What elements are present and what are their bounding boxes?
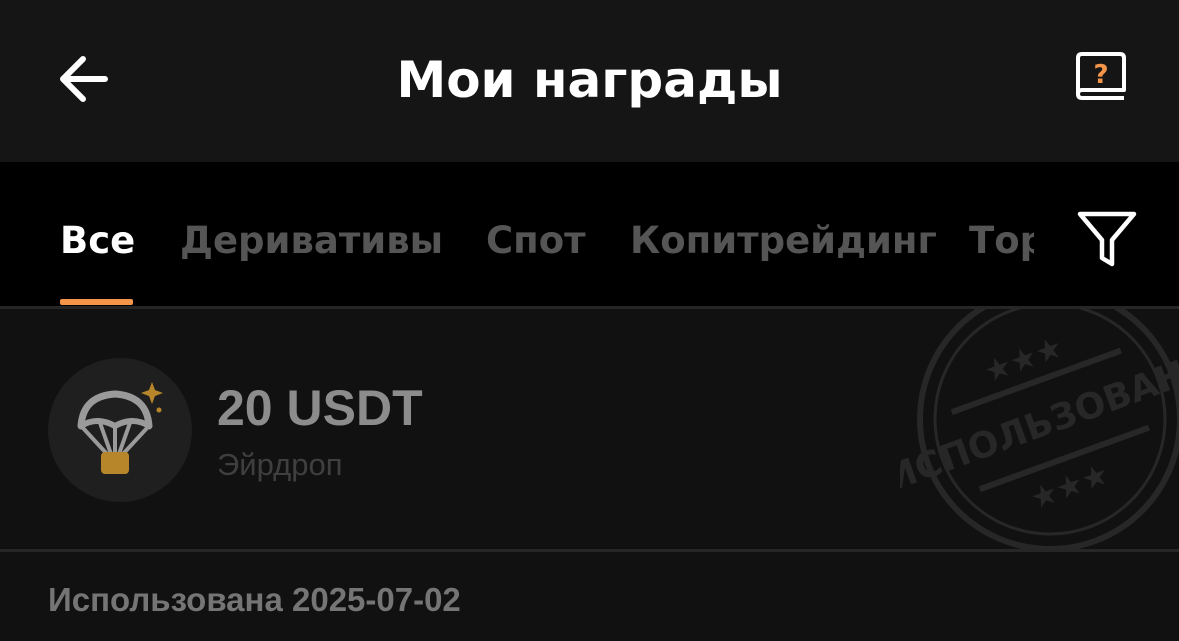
tab-trading[interactable]: Торговля — [969, 218, 1034, 264]
tab-spot[interactable]: Спот — [486, 218, 586, 264]
app-header: Мои награды ? — [0, 0, 1179, 162]
help-button[interactable]: ? — [1066, 48, 1130, 110]
help-book-icon: ? — [1076, 52, 1126, 100]
reward-icon-circle — [48, 358, 192, 502]
tab-derivatives[interactable]: Деривативы — [180, 218, 443, 264]
tabs-scroll[interactable]: Все Деривативы Спот Копитрейдинг Торговл… — [0, 162, 1034, 307]
reward-type: Эйрдроп — [217, 447, 343, 482]
reward-amount: 20 USDT — [217, 380, 423, 436]
category-tabs: Все Деривативы Спот Копитрейдинг Торговл… — [0, 162, 1179, 307]
parachute-airdrop-icon — [77, 382, 163, 474]
reward-card[interactable]: 20 USDT Эйрдроп ★★★ ★★★ ИСПОЛЬЗОВАНО — [0, 309, 1179, 549]
tab-copytrading[interactable]: Копитрейдинг — [630, 218, 937, 264]
reward-footer: Использована 2025-07-02 — [0, 552, 1179, 641]
page-title: Мои награды — [396, 51, 783, 109]
filter-funnel-icon — [1077, 211, 1137, 267]
help-question-mark: ? — [1093, 60, 1108, 90]
svg-text:★★★: ★★★ — [980, 330, 1068, 390]
tab-all[interactable]: Все — [60, 218, 135, 264]
used-stamp-icon: ★★★ ★★★ ИСПОЛЬЗОВАНО — [900, 309, 1179, 549]
filter-button[interactable] — [1074, 206, 1140, 272]
used-date: Использована 2025-07-02 — [48, 581, 461, 618]
active-tab-indicator — [60, 299, 133, 305]
